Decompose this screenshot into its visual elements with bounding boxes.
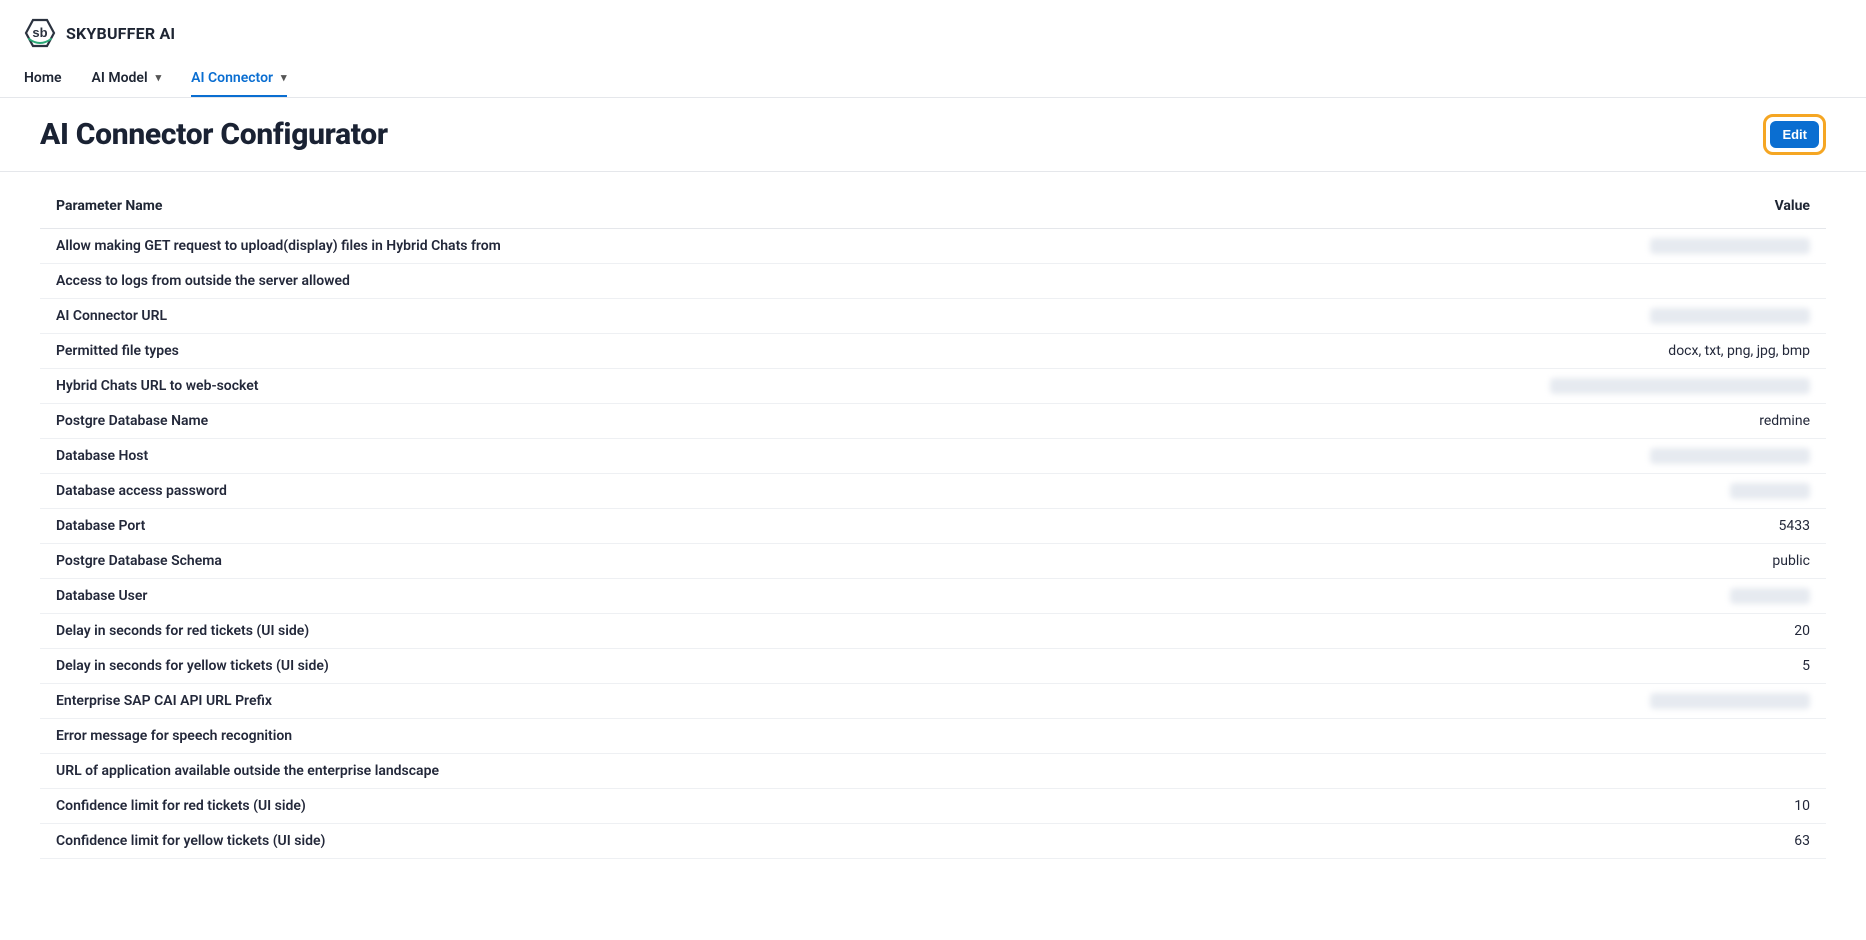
redacted-value — [1730, 588, 1810, 604]
parameter-name-cell: Hybrid Chats URL to web-socket — [40, 369, 1148, 404]
edit-button-highlight: Edit — [1763, 114, 1826, 155]
parameter-name-cell: Enterprise SAP CAI API URL Prefix — [40, 684, 1148, 719]
redacted-value — [1650, 238, 1810, 254]
parameter-name-cell: Error message for speech recognition — [40, 719, 1148, 754]
table-row[interactable]: Database Host — [40, 439, 1826, 474]
parameter-name-cell: Confidence limit for red tickets (UI sid… — [40, 789, 1148, 824]
parameter-name-cell: Postgre Database Schema — [40, 544, 1148, 579]
column-header-value[interactable]: Value — [1148, 184, 1826, 229]
table-row[interactable]: Confidence limit for red tickets (UI sid… — [40, 789, 1826, 824]
parameters-table: Parameter Name Value Allow making GET re… — [40, 184, 1826, 859]
parameter-name-cell: AI Connector URL — [40, 299, 1148, 334]
logo-icon: sb — [24, 17, 56, 49]
table-row[interactable]: Database User — [40, 579, 1826, 614]
parameter-value-cell — [1148, 754, 1826, 789]
parameter-value-cell: docx, txt, png, jpg, bmp — [1148, 334, 1826, 369]
parameter-name-cell: Confidence limit for yellow tickets (UI … — [40, 824, 1148, 859]
parameter-value-cell — [1148, 229, 1826, 264]
parameter-name-cell: Database Host — [40, 439, 1148, 474]
parameter-name-cell: Delay in seconds for yellow tickets (UI … — [40, 649, 1148, 684]
table-row[interactable]: Delay in seconds for yellow tickets (UI … — [40, 649, 1826, 684]
nav-ai-model[interactable]: AI Model ▾ — [92, 58, 162, 97]
parameter-value-cell — [1148, 264, 1826, 299]
table-row[interactable]: Access to logs from outside the server a… — [40, 264, 1826, 299]
title-bar: AI Connector Configurator Edit — [0, 98, 1866, 172]
chevron-down-icon: ▾ — [156, 71, 162, 84]
table-row[interactable]: Permitted file typesdocx, txt, png, jpg,… — [40, 334, 1826, 369]
parameter-value-cell — [1148, 474, 1826, 509]
parameter-name-cell: Database Port — [40, 509, 1148, 544]
table-row[interactable]: Hybrid Chats URL to web-socket — [40, 369, 1826, 404]
parameter-value-cell: 5 — [1148, 649, 1826, 684]
brand-name: SKYBUFFER AI — [66, 24, 175, 43]
redacted-value — [1550, 378, 1810, 394]
page-title: AI Connector Configurator — [40, 117, 388, 152]
parameter-value-cell — [1148, 369, 1826, 404]
nav-home[interactable]: Home — [24, 58, 62, 97]
edit-button[interactable]: Edit — [1770, 121, 1819, 148]
parameter-name-cell: Delay in seconds for red tickets (UI sid… — [40, 614, 1148, 649]
redacted-value — [1650, 693, 1810, 709]
logo[interactable]: sb SKYBUFFER AI — [24, 17, 175, 49]
parameter-name-cell: Allow making GET request to upload(displ… — [40, 229, 1148, 264]
parameter-value-cell: redmine — [1148, 404, 1826, 439]
table-row[interactable]: Postgre Database Nameredmine — [40, 404, 1826, 439]
table-row[interactable]: AI Connector URL — [40, 299, 1826, 334]
svg-text:sb: sb — [32, 25, 47, 40]
parameter-name-cell: URL of application available outside the… — [40, 754, 1148, 789]
redacted-value — [1650, 308, 1810, 324]
nav-ai-connector-label: AI Connector — [191, 70, 273, 86]
chevron-down-icon: ▾ — [281, 71, 287, 84]
parameter-value-cell — [1148, 439, 1826, 474]
parameter-name-cell: Database User — [40, 579, 1148, 614]
content: Parameter Name Value Allow making GET re… — [0, 172, 1866, 883]
redacted-value — [1650, 448, 1810, 464]
table-row[interactable]: Delay in seconds for red tickets (UI sid… — [40, 614, 1826, 649]
nav-ai-model-label: AI Model — [92, 70, 148, 86]
parameter-value-cell — [1148, 579, 1826, 614]
parameter-value-cell — [1148, 684, 1826, 719]
table-row[interactable]: URL of application available outside the… — [40, 754, 1826, 789]
parameter-name-cell: Database access password — [40, 474, 1148, 509]
table-row[interactable]: Database access password — [40, 474, 1826, 509]
parameter-value-cell — [1148, 299, 1826, 334]
table-row[interactable]: Error message for speech recognition — [40, 719, 1826, 754]
table-row[interactable]: Allow making GET request to upload(displ… — [40, 229, 1826, 264]
main-nav: Home AI Model ▾ AI Connector ▾ — [0, 58, 1866, 98]
header: sb SKYBUFFER AI — [0, 0, 1866, 58]
parameter-value-cell: 5433 — [1148, 509, 1826, 544]
parameter-value-cell: public — [1148, 544, 1826, 579]
parameter-value-cell — [1148, 719, 1826, 754]
column-header-parameter[interactable]: Parameter Name — [40, 184, 1148, 229]
parameter-name-cell: Permitted file types — [40, 334, 1148, 369]
nav-home-label: Home — [24, 70, 62, 86]
table-row[interactable]: Confidence limit for yellow tickets (UI … — [40, 824, 1826, 859]
parameter-value-cell: 20 — [1148, 614, 1826, 649]
nav-ai-connector[interactable]: AI Connector ▾ — [191, 58, 286, 97]
table-row[interactable]: Database Port5433 — [40, 509, 1826, 544]
table-row[interactable]: Postgre Database Schemapublic — [40, 544, 1826, 579]
parameter-value-cell: 10 — [1148, 789, 1826, 824]
parameter-name-cell: Access to logs from outside the server a… — [40, 264, 1148, 299]
parameter-value-cell: 63 — [1148, 824, 1826, 859]
table-row[interactable]: Enterprise SAP CAI API URL Prefix — [40, 684, 1826, 719]
redacted-value — [1730, 483, 1810, 499]
parameter-name-cell: Postgre Database Name — [40, 404, 1148, 439]
